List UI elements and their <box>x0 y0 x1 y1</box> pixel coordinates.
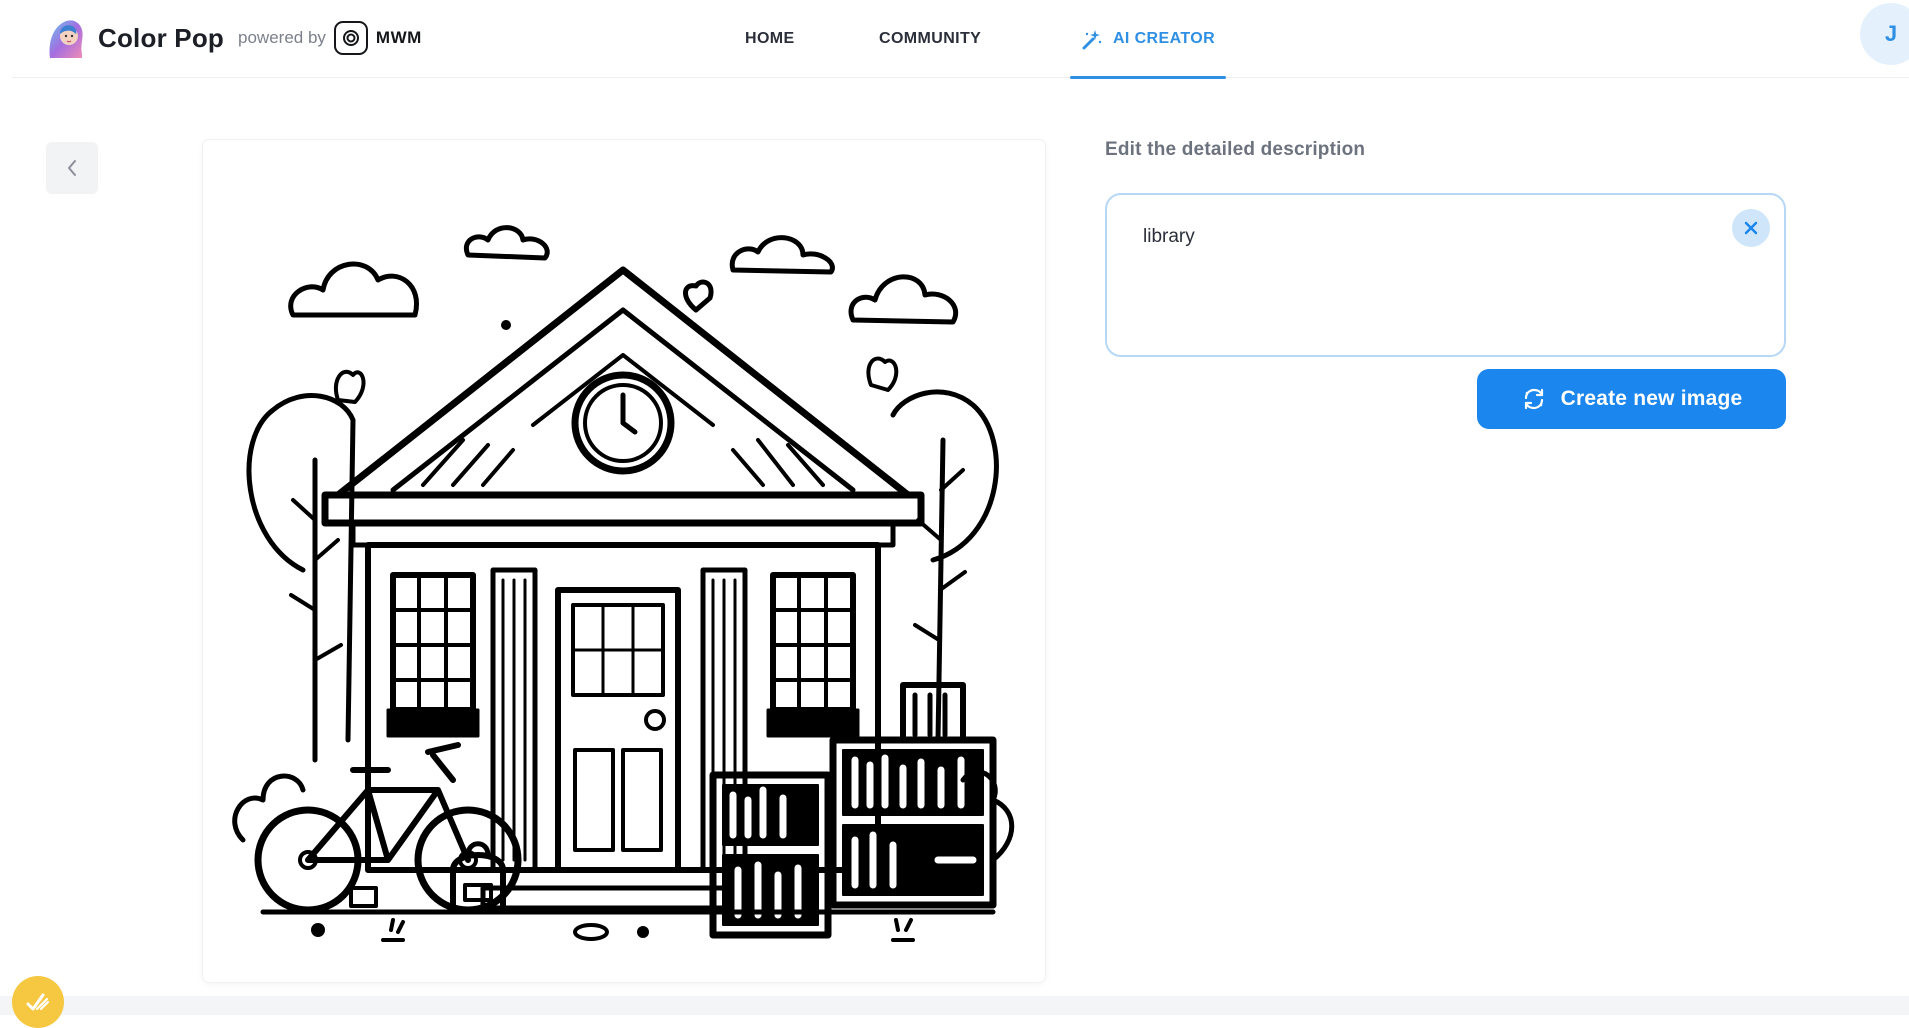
powered-by-text: powered by <box>238 28 326 47</box>
chevron-left-icon <box>68 160 76 176</box>
description-input[interactable]: library <box>1105 193 1786 357</box>
brand-name: Color Pop <box>98 22 225 53</box>
active-tab-indicator <box>1070 76 1226 79</box>
partner-name: MWM <box>375 28 422 47</box>
create-new-image-label: Create new image <box>1560 387 1743 410</box>
avatar-initial: J <box>1884 21 1898 46</box>
clear-description-button[interactable] <box>1732 209 1770 247</box>
nav-community[interactable]: COMMUNITY <box>879 0 981 78</box>
pencil-check-icon <box>26 993 50 1011</box>
color-pop-logo-icon <box>49 20 83 59</box>
generated-image-card[interactable] <box>203 140 1045 982</box>
helper-badge[interactable] <box>12 976 64 1028</box>
close-icon <box>1744 221 1758 235</box>
magic-wand-icon <box>1082 30 1102 50</box>
brand[interactable]: Color Pop powered by MWM <box>42 10 422 66</box>
mwm-logo-icon <box>333 21 368 55</box>
nav-ai-creator[interactable]: AI CREATOR <box>1070 0 1226 79</box>
bottom-bar <box>0 996 1909 1015</box>
top-header: Color Pop powered by MWM HOME COMMUNITY … <box>12 0 1909 79</box>
nav-home-label: HOME <box>745 30 795 47</box>
library-coloring-page-image <box>232 225 1015 942</box>
nav-home[interactable]: HOME <box>745 0 795 78</box>
nav-ai-creator-label: AI CREATOR <box>1112 30 1216 47</box>
create-new-image-button[interactable]: Create new image <box>1477 369 1786 429</box>
nav-community-label: COMMUNITY <box>879 30 982 47</box>
back-button[interactable] <box>46 142 98 194</box>
refresh-icon <box>1524 388 1543 410</box>
description-label: Edit the detailed description <box>1105 139 1366 160</box>
user-avatar[interactable]: J <box>1860 3 1909 65</box>
description-value: library <box>1143 226 1195 247</box>
